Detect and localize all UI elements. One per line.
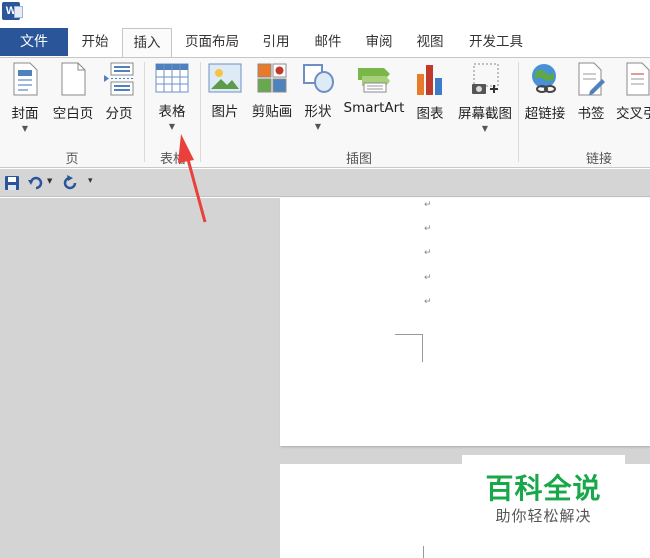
watermark-title: 百科全说 [485, 472, 602, 505]
watermark-subtitle: 助你轻松解决 [495, 507, 592, 525]
watermark-logo: 百科全说 助你轻松解决 [462, 455, 625, 533]
